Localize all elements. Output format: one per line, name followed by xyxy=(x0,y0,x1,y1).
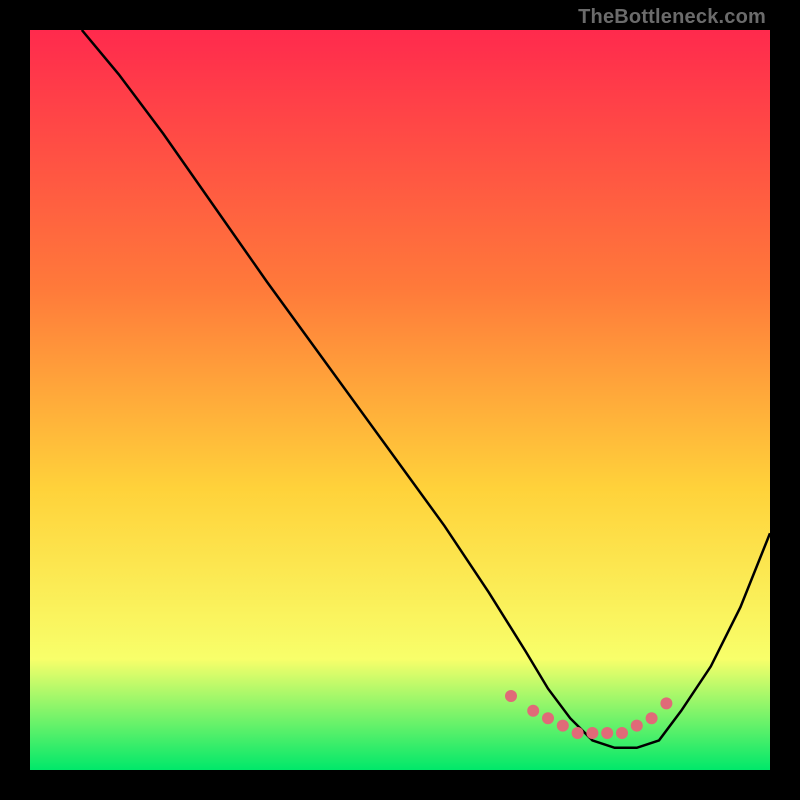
marker-dot xyxy=(646,712,658,724)
bottleneck-chart xyxy=(30,30,770,770)
marker-dot xyxy=(660,697,672,709)
marker-dot xyxy=(557,720,569,732)
marker-dot xyxy=(616,727,628,739)
marker-dot xyxy=(542,712,554,724)
gradient-background xyxy=(30,30,770,770)
marker-dot xyxy=(586,727,598,739)
marker-dot xyxy=(572,727,584,739)
chart-frame xyxy=(30,30,770,770)
marker-dot xyxy=(527,705,539,717)
marker-dot xyxy=(631,720,643,732)
watermark-text: TheBottleneck.com xyxy=(578,6,766,29)
plot-area xyxy=(30,30,770,770)
marker-dot xyxy=(505,690,517,702)
marker-dot xyxy=(601,727,613,739)
